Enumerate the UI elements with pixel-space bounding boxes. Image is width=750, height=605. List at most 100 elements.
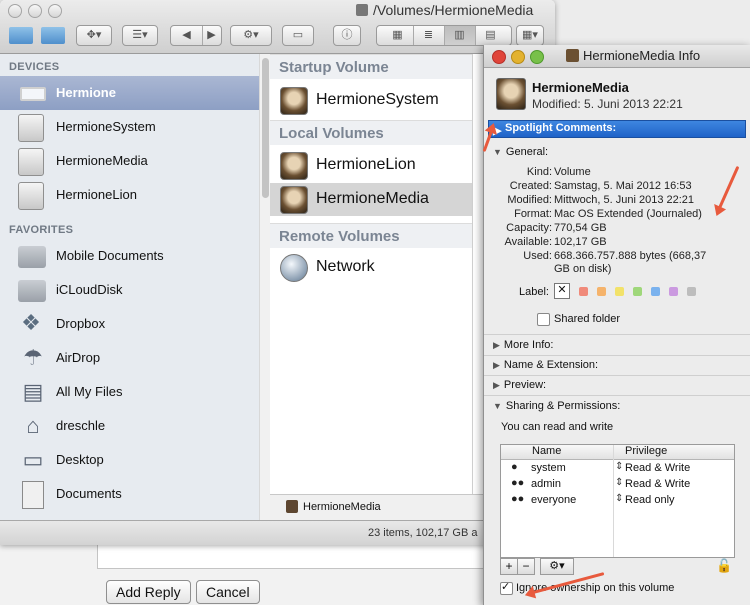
volume-hermionemedia[interactable]: HermioneMedia <box>270 183 472 216</box>
sharing-permissions-toggle[interactable]: ▼ Sharing & Permissions: <box>493 400 620 412</box>
sidebar-item-label: iCLoudDisk <box>56 282 123 297</box>
info-titlebar: HermioneMedia Info <box>484 45 750 68</box>
group-icon: ●● <box>511 477 525 489</box>
privilege-select[interactable]: Read only <box>625 494 675 506</box>
volume-icon <box>280 152 308 180</box>
volume-label: HermioneMedia <box>316 190 429 207</box>
field-value: 102,17 GB <box>554 236 607 248</box>
field-label: Capacity: <box>506 222 552 234</box>
privilege-select[interactable]: Read & Write <box>625 462 690 474</box>
folder-icon[interactable] <box>9 27 33 44</box>
sidebar-item-hermione[interactable]: Hermione <box>0 76 259 110</box>
scroll-thumb[interactable] <box>262 58 269 198</box>
general-section-toggle[interactable]: ▼ General: <box>493 146 548 158</box>
label-red-swatch[interactable] <box>579 287 588 296</box>
close-button[interactable] <box>8 4 22 18</box>
all-files-icon: ▤ <box>22 379 44 404</box>
zoom-button[interactable] <box>48 4 62 18</box>
zoom-button[interactable] <box>530 50 544 64</box>
sidebar-item-icloud-disk[interactable]: iCLoudDisk <box>0 273 259 307</box>
favorites-heading: FAVORITES <box>9 224 74 236</box>
sidebar-item-mobile-documents[interactable]: Mobile Documents <box>0 239 259 273</box>
volume-network[interactable]: Network <box>270 251 472 284</box>
divider <box>484 375 750 376</box>
table-row[interactable]: ●● everyone ⇕ Read only <box>501 492 734 508</box>
arrange-icon[interactable]: ▦▾ <box>516 25 544 46</box>
spotlight-comments-section[interactable]: ▶ Spotlight Comments: <box>488 120 746 138</box>
minimize-button[interactable] <box>28 4 42 18</box>
folder-icon <box>18 280 46 302</box>
startup-volume-heading: Startup Volume <box>270 54 472 79</box>
arrange-menu-button[interactable]: ☰▾ <box>122 25 158 46</box>
sidebar-item-documents[interactable]: Documents <box>0 477 259 511</box>
user-name: system <box>531 462 566 474</box>
forward-icon[interactable]: ▶ <box>203 26 221 45</box>
shared-folder-icon[interactable] <box>41 27 65 44</box>
info-icon[interactable]: ⓘ <box>333 25 361 46</box>
view-mode-control[interactable]: ▦ ≣ ▥ ▤ <box>376 25 512 46</box>
sidebar-item-hermionemedia[interactable]: HermioneMedia <box>0 144 259 178</box>
stepper-icon[interactable]: ⇕ <box>615 477 623 488</box>
table-row[interactable]: ● system ⇕ Read & Write <box>501 460 734 476</box>
disclosure-triangle-icon: ▶ <box>493 360 500 370</box>
preview-toggle[interactable]: ▶ Preview: <box>493 379 546 391</box>
sidebar-item-airdrop[interactable]: ☂ AirDrop <box>0 341 259 375</box>
connect-icon[interactable]: ▭ <box>282 25 314 46</box>
more-info-toggle[interactable]: ▶ More Info: <box>493 339 553 351</box>
label-orange-swatch[interactable] <box>597 287 606 296</box>
add-reply-button[interactable]: Add Reply <box>106 580 191 604</box>
label-blue-swatch[interactable] <box>651 287 660 296</box>
column-view-icon[interactable]: ▥ <box>444 26 476 45</box>
back-icon[interactable]: ◀ <box>172 26 203 45</box>
volume-label: HermioneSystem <box>316 91 439 108</box>
sidebar-item-desktop[interactable]: ▭ Desktop <box>0 443 259 477</box>
disclosure-triangle-icon: ▶ <box>493 380 500 390</box>
sidebar-item-label: All My Files <box>56 384 123 399</box>
name-extension-toggle[interactable]: ▶ Name & Extension: <box>493 359 598 371</box>
list-view-icon[interactable]: ≣ <box>414 26 445 45</box>
cancel-button[interactable]: Cancel <box>196 580 260 604</box>
privilege-column-header[interactable]: Privilege <box>625 445 667 457</box>
back-forward-control[interactable]: ◀ ▶ <box>170 25 222 46</box>
minimize-button[interactable] <box>511 50 525 64</box>
lock-icon[interactable]: 🔓 <box>716 558 732 574</box>
name-column-header[interactable]: Name <box>532 445 561 457</box>
privilege-select[interactable]: Read & Write <box>625 478 690 490</box>
no-label-swatch[interactable]: ✕ <box>554 283 570 299</box>
disk-icon <box>18 114 44 142</box>
airdrop-icon: ☂ <box>23 345 43 370</box>
action-menu-button[interactable]: ⚙▾ <box>230 25 272 46</box>
stepper-icon[interactable]: ⇕ <box>615 493 623 504</box>
volumes-column: Startup Volume HermioneSystem Local Volu… <box>270 54 473 494</box>
label-purple-swatch[interactable] <box>669 287 678 296</box>
sidebar-item-dropbox[interactable]: ❖ Dropbox <box>0 307 259 341</box>
label-yellow-swatch[interactable] <box>615 287 624 296</box>
sidebar-item-dreschle[interactable]: ⌂ dreschle <box>0 409 259 443</box>
table-row[interactable]: ●● admin ⇕ Read & Write <box>501 476 734 492</box>
label-gray-swatch[interactable] <box>687 287 696 296</box>
status-bar: 23 items, 102,17 GB a <box>0 520 555 545</box>
remove-user-button[interactable]: − <box>517 558 535 575</box>
close-button[interactable] <box>492 50 506 64</box>
dropbox-menu-button[interactable]: ✥▾ <box>76 25 112 46</box>
coverflow-view-icon[interactable]: ▤ <box>476 26 506 45</box>
shared-folder-checkbox[interactable] <box>537 313 550 326</box>
sidebar-item-hermionelion[interactable]: HermioneLion <box>0 178 259 212</box>
stepper-icon[interactable]: ⇕ <box>615 461 623 472</box>
ignore-ownership-checkbox[interactable] <box>500 580 513 595</box>
folder-icon <box>18 246 46 268</box>
icon-view-icon[interactable]: ▦ <box>383 26 414 45</box>
volume-hermionelion[interactable]: HermioneLion <box>270 149 472 182</box>
sidebar-item-label: HermioneMedia <box>56 153 148 168</box>
label-green-swatch[interactable] <box>633 287 642 296</box>
sidebar-item-all-my-files[interactable]: ▤ All My Files <box>0 375 259 409</box>
add-user-button[interactable]: + <box>500 558 518 575</box>
sidebar-item-hermionesystem[interactable]: HermioneSystem <box>0 110 259 144</box>
divider <box>484 355 750 356</box>
path-item[interactable]: HermioneMedia <box>303 501 381 513</box>
volume-icon <box>496 78 526 110</box>
sidebar-item-label: dreschle <box>56 418 106 433</box>
volume-hermionesystem[interactable]: HermioneSystem <box>270 84 472 117</box>
permissions-action-menu[interactable]: ⚙▾ <box>540 558 574 575</box>
section-heading: Startup Volume <box>279 59 389 76</box>
